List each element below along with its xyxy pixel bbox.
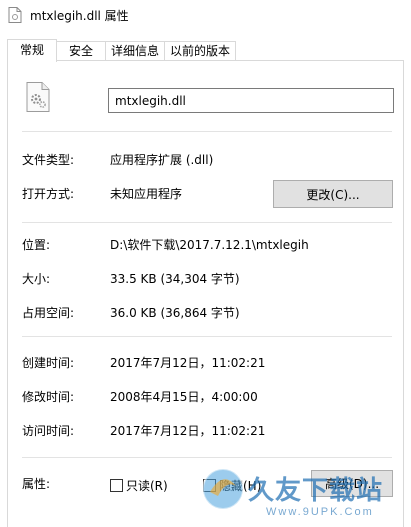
readonly-checkbox[interactable]: 只读(R) <box>110 477 168 493</box>
window-title: mtxlegih.dll 属性 <box>30 9 129 23</box>
dll-file-icon <box>26 82 50 112</box>
advanced-button[interactable]: 高级(D)... <box>311 470 393 497</box>
tab-general[interactable]: 常规 <box>7 39 57 62</box>
separator <box>22 131 392 132</box>
accessed-label: 访问时间: <box>22 424 75 438</box>
readonly-checkbox-box[interactable] <box>110 479 123 492</box>
separator <box>22 336 392 337</box>
attributes-label: 属性: <box>22 477 51 491</box>
filename-input[interactable] <box>108 88 394 113</box>
tab-security[interactable]: 安全 <box>56 41 106 61</box>
hidden-label: 隐藏(H) <box>219 479 262 493</box>
modified-value: 2008年4月15日，4:00:00 <box>110 390 258 404</box>
file-icon <box>8 7 22 23</box>
size-value: 33.5 KB (34,304 字节) <box>110 272 240 286</box>
created-value: 2017年7月12日，11:02:21 <box>110 356 266 370</box>
modified-label: 修改时间: <box>22 390 75 404</box>
separator <box>22 222 392 223</box>
file-type-label: 文件类型: <box>22 153 75 167</box>
disk-size-label: 占用空间: <box>22 306 75 320</box>
created-label: 创建时间: <box>22 356 75 370</box>
tab-strip: 常规 安全 详细信息 以前的版本 <box>0 39 411 62</box>
tab-previous-versions[interactable]: 以前的版本 <box>164 41 236 61</box>
location-value: D:\软件下载\2017.7.12.1\mtxlegih <box>110 238 309 252</box>
accessed-value: 2017年7月12日，11:02:21 <box>110 424 266 438</box>
hidden-checkbox[interactable]: 隐藏(H) <box>203 477 262 493</box>
separator <box>22 457 392 458</box>
readonly-label: 只读(R) <box>126 479 168 493</box>
opens-with-label: 打开方式: <box>22 187 75 201</box>
file-type-value: 应用程序扩展 (.dll) <box>110 153 214 167</box>
disk-size-value: 36.0 KB (36,864 字节) <box>110 306 240 320</box>
size-label: 大小: <box>22 272 51 286</box>
tab-details[interactable]: 详细信息 <box>105 41 165 61</box>
change-button[interactable]: 更改(C)... <box>273 180 393 208</box>
opens-with-value: 未知应用程序 <box>110 187 183 201</box>
location-label: 位置: <box>22 238 51 252</box>
hidden-checkbox-box[interactable] <box>203 479 216 492</box>
title-bar: mtxlegih.dll 属性 <box>0 0 411 30</box>
